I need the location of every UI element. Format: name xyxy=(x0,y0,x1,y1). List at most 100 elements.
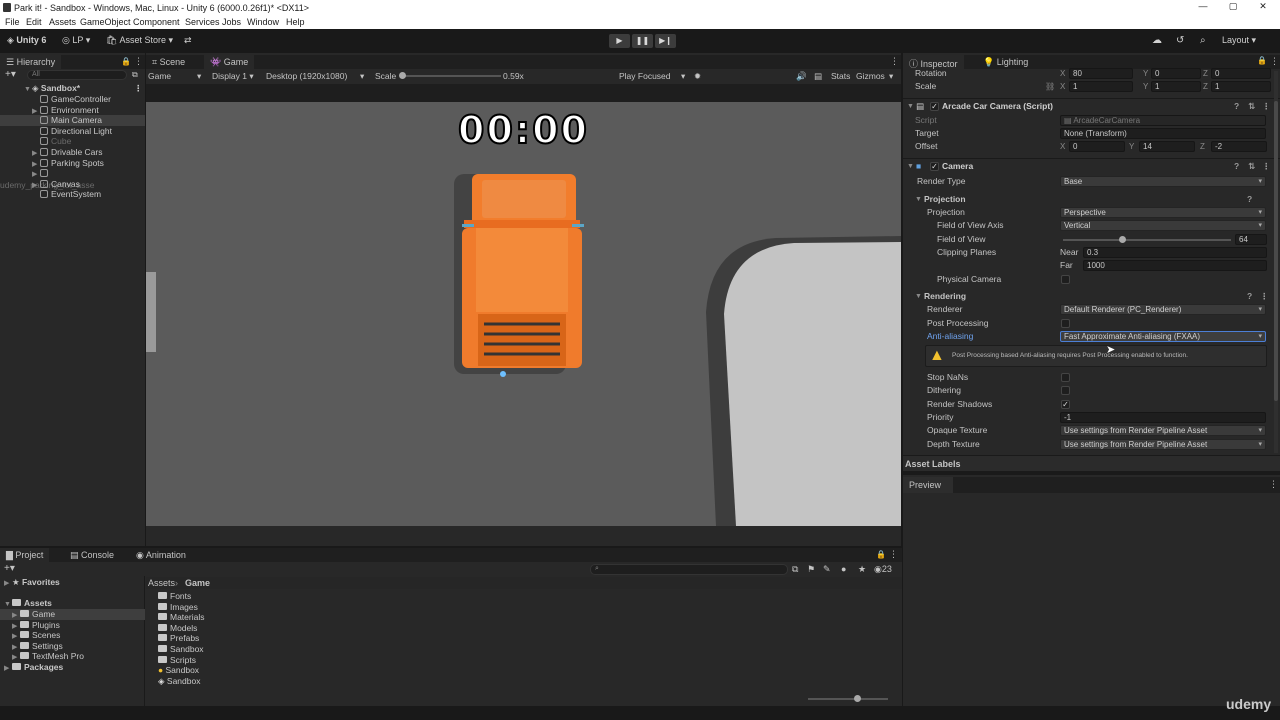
menu-services[interactable]: Services xyxy=(185,17,220,27)
arcade-camera-header[interactable]: ▼ ▤ ✓ Arcade Car Camera (Script) ? ⇅ ⋮ xyxy=(903,98,1280,113)
step-button[interactable]: ▶❙ xyxy=(655,34,676,48)
hierarchy-item[interactable]: EventSystem xyxy=(0,189,145,200)
hierarchy-item[interactable]: Directional Light xyxy=(0,126,145,137)
inspector-more-icon[interactable]: ⋮ xyxy=(1270,56,1279,67)
hidden-count-icon[interactable]: ◉23 xyxy=(874,564,892,575)
add-icon[interactable]: +▾ xyxy=(5,70,16,80)
depth-texture-dropdown[interactable]: Use settings from Render Pipeline Asset xyxy=(1060,439,1266,450)
file-item[interactable]: Models xyxy=(158,623,197,634)
pause-button[interactable]: ❚❚ xyxy=(632,34,653,48)
fov-slider-thumb[interactable] xyxy=(1118,236,1126,243)
asset-tree-item[interactable]: ▶ Settings xyxy=(0,641,145,652)
close-icon[interactable]: ✕ xyxy=(1256,1,1270,13)
rendering-group-header[interactable]: ▼ Rendering ? ⋮ xyxy=(903,290,1280,303)
favorite-star-icon[interactable]: ★ xyxy=(858,564,866,575)
stats-button[interactable]: Stats xyxy=(831,71,850,81)
asset-labels-bar[interactable]: Asset Labels xyxy=(903,455,1280,471)
hierarchy-search-input[interactable]: All xyxy=(27,70,127,80)
preview-menu-icon[interactable]: ⋮ xyxy=(1269,479,1278,490)
game-more-icon[interactable]: ⋮ xyxy=(890,56,899,67)
rendering-menu-icon[interactable]: ⋮ xyxy=(1260,290,1269,303)
play-focused-dropdown[interactable]: Play Focused xyxy=(619,71,671,81)
display-dropdown[interactable]: Display 1 ▾ xyxy=(212,71,254,82)
file-item[interactable]: Sandbox xyxy=(158,644,204,655)
filter-type-icon[interactable]: ⧉ xyxy=(792,564,798,575)
breadcrumb-assets[interactable]: Assets xyxy=(148,578,175,588)
unity-account-button[interactable]: ◈ Unity 6 xyxy=(7,35,46,46)
priority-field[interactable]: -1 xyxy=(1060,412,1266,423)
scale-z-field[interactable]: 1 xyxy=(1211,81,1271,92)
dithering-checkbox[interactable] xyxy=(1061,386,1070,395)
game-mode-dropdown[interactable]: Game xyxy=(148,71,171,81)
collapse-arrow-icon[interactable]: ▼ xyxy=(907,99,914,114)
gizmos-chevron-icon[interactable]: ▾ xyxy=(889,71,893,82)
far-field[interactable]: 1000 xyxy=(1083,260,1267,271)
play-button[interactable]: ▶ xyxy=(609,34,630,48)
hierarchy-item[interactable]: ▶ Parking Spots xyxy=(0,158,145,169)
file-item[interactable]: Prefabs xyxy=(158,633,199,644)
assets-row[interactable]: ▼ Assets xyxy=(4,598,52,609)
frame-debugger-icon[interactable]: ✹ xyxy=(694,71,701,82)
render-shadows-checkbox[interactable]: ✓ xyxy=(1061,400,1070,409)
preset-icon[interactable]: ⇅ xyxy=(1248,99,1255,114)
info-icon[interactable]: ● xyxy=(841,564,846,574)
hierarchy-item[interactable]: GameController xyxy=(0,94,145,105)
mute-audio-icon[interactable]: 🔊 xyxy=(796,71,807,82)
minimize-icon[interactable]: — xyxy=(1196,1,1210,13)
project-lock-icon[interactable]: 🔒 xyxy=(876,550,886,559)
project-more-icon[interactable]: ⋮ xyxy=(889,549,898,560)
projection-dropdown[interactable]: Perspective xyxy=(1060,207,1266,218)
scene-menu-icon[interactable]: ⋮ xyxy=(134,83,143,94)
inspector-scrollbar-thumb[interactable] xyxy=(1274,101,1278,401)
menu-jobs[interactable]: Jobs xyxy=(222,17,241,27)
favorites-row[interactable]: ▶ ★ Favorites xyxy=(4,577,60,588)
camera-header[interactable]: ▼ ■ ✓ Camera ? ⇅ ⋮ xyxy=(903,158,1280,173)
physical-camera-checkbox[interactable] xyxy=(1061,275,1070,284)
gizmos-button[interactable]: Gizmos xyxy=(856,71,885,81)
file-item[interactable]: ● Sandbox xyxy=(158,665,199,676)
projection-help-icon[interactable]: ? xyxy=(1247,193,1252,206)
hierarchy-item[interactable]: ▶ Canvas xyxy=(0,179,145,190)
camera-menu-icon[interactable]: ⋮ xyxy=(1262,159,1271,174)
asset-tree-item[interactable]: ▶ Plugins xyxy=(0,620,145,631)
projection-collapse-icon[interactable]: ▼ xyxy=(915,193,922,206)
scale-slider-thumb[interactable] xyxy=(399,72,406,79)
game-render-view[interactable]: 00:00 xyxy=(146,102,901,526)
anti-aliasing-dropdown[interactable]: Fast Approximate Anti-aliasing (FXAA) xyxy=(1060,331,1266,342)
scale-x-field[interactable]: 1 xyxy=(1069,81,1133,92)
play-focused-chevron-icon[interactable]: ▾ xyxy=(681,71,685,82)
account-dropdown[interactable]: ◎ LP ▾ xyxy=(62,35,90,46)
packages-row[interactable]: ▶ Packages xyxy=(4,662,63,673)
post-processing-checkbox[interactable] xyxy=(1061,319,1070,328)
search-scope-icon[interactable]: ⧉ xyxy=(132,70,138,80)
menu-gameobject[interactable]: GameObject xyxy=(80,17,131,27)
renderer-dropdown[interactable]: Default Renderer (PC_Renderer) xyxy=(1060,304,1266,315)
scale-y-field[interactable]: 1 xyxy=(1151,81,1201,92)
breadcrumb-game[interactable]: Game xyxy=(185,578,210,588)
asset-tree-item[interactable]: ▶ Scenes xyxy=(0,630,145,641)
rendering-collapse-icon[interactable]: ▼ xyxy=(915,290,922,303)
fov-field[interactable]: 64 xyxy=(1235,234,1267,245)
menu-window[interactable]: Window xyxy=(247,17,279,27)
hierarchy-item[interactable]: ▶udemy_parking_lot_asse xyxy=(0,168,145,190)
opaque-texture-dropdown[interactable]: Use settings from Render Pipeline Asset xyxy=(1060,425,1266,436)
inspector-scrollbar[interactable] xyxy=(1274,71,1278,453)
layout-dropdown[interactable]: Layout ▾ xyxy=(1222,35,1256,46)
arcade-enabled-checkbox[interactable]: ✓ xyxy=(930,102,939,111)
lock-icon[interactable]: 🔒 xyxy=(121,57,131,66)
menu-help[interactable]: Help xyxy=(286,17,305,27)
menu-assets[interactable]: Assets xyxy=(49,17,76,27)
stats-toggle-icon[interactable]: ▤ xyxy=(814,71,822,82)
tab-hierarchy[interactable]: ☰ Hierarchy xyxy=(0,55,62,69)
scale-slider[interactable] xyxy=(399,72,501,79)
inspector-lock-icon[interactable]: 🔒 xyxy=(1257,56,1267,65)
file-item[interactable]: Fonts xyxy=(158,591,191,602)
camera-collapse-icon[interactable]: ▼ xyxy=(907,159,914,174)
stop-nans-checkbox[interactable] xyxy=(1061,373,1070,382)
near-field[interactable]: 0.3 xyxy=(1083,247,1267,258)
tab-scene[interactable]: ⌗ Scene xyxy=(146,55,191,69)
file-item[interactable]: ◈ Sandbox xyxy=(158,676,200,687)
maximize-icon[interactable]: ▢ xyxy=(1226,1,1240,13)
asset-tree-item[interactable]: ▶ TextMesh Pro xyxy=(0,651,145,662)
search-icon[interactable]: ⌕ xyxy=(1200,35,1206,46)
